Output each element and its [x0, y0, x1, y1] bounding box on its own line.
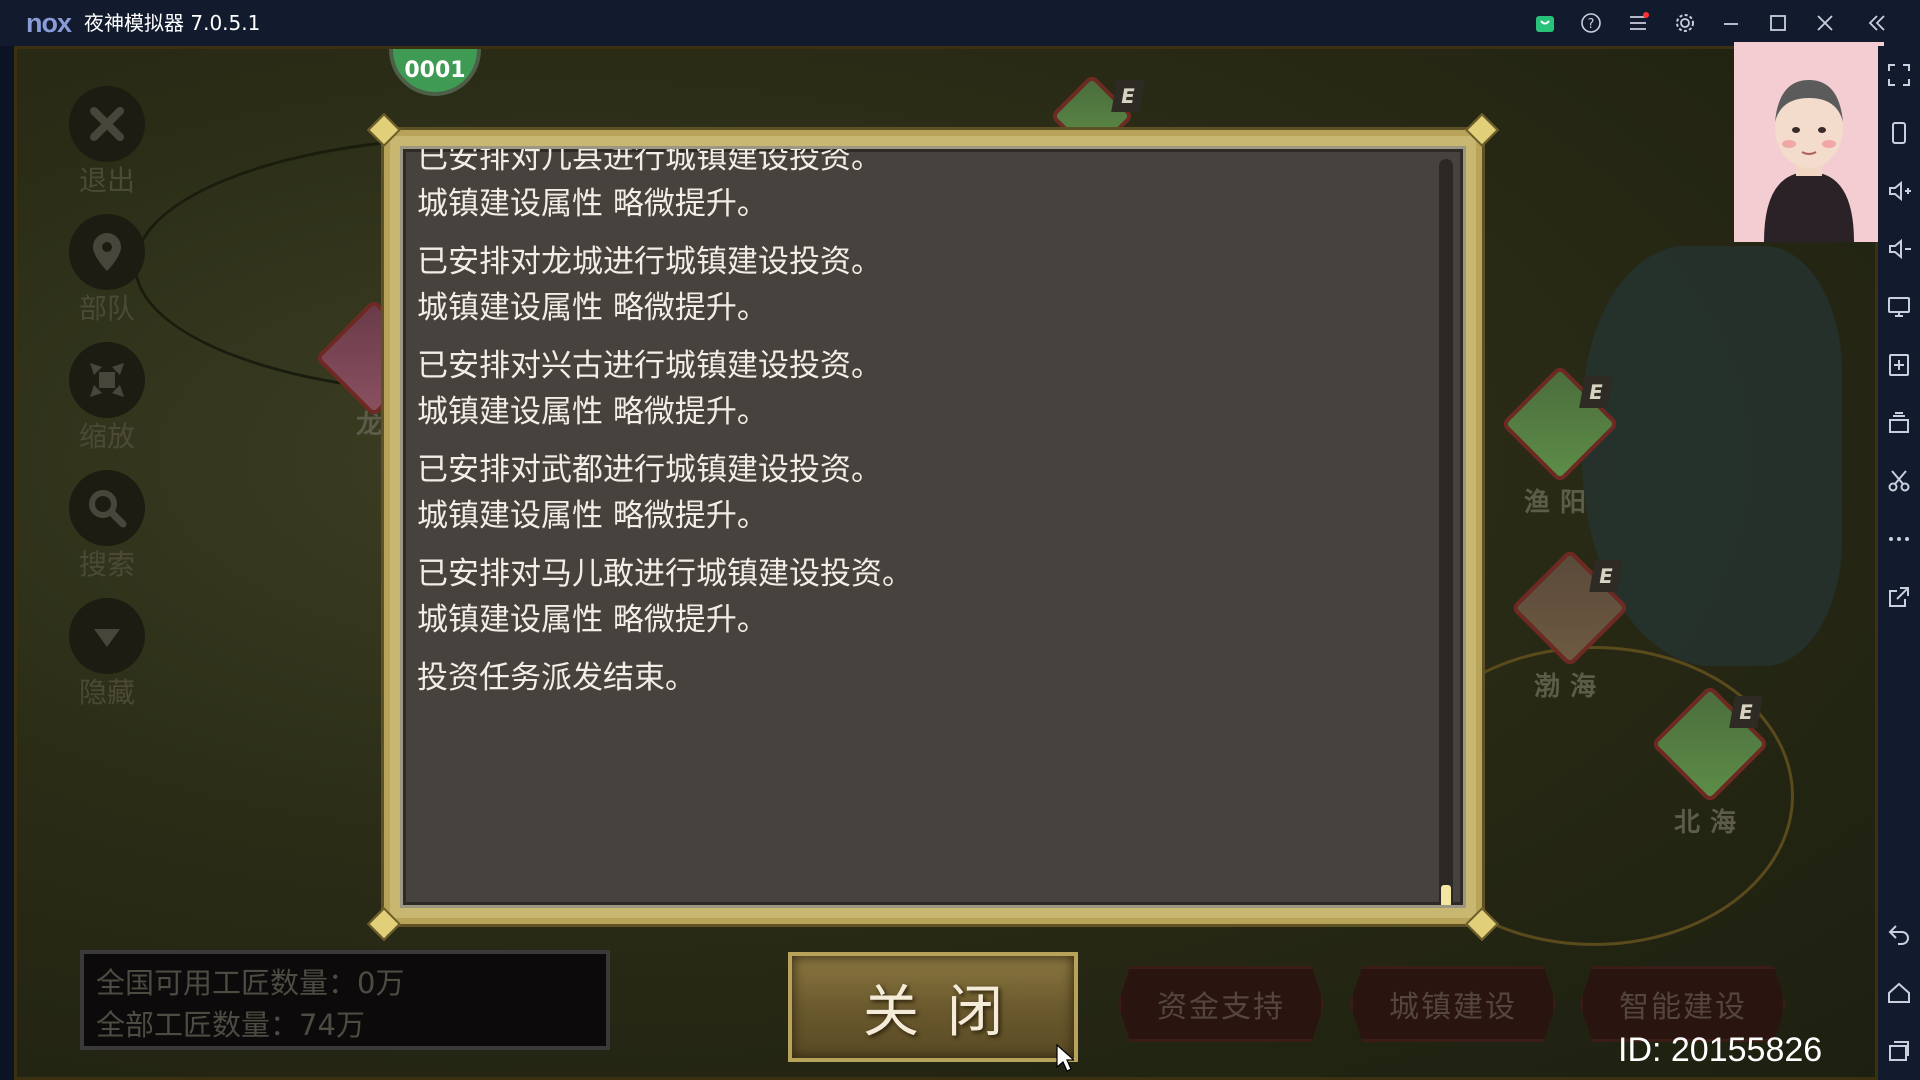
fund-support-button[interactable]: 资金支持 — [1118, 966, 1324, 1042]
exit-label: 退出 — [78, 164, 135, 197]
settings-gear-icon[interactable] — [1670, 8, 1700, 38]
log-line: 已安排对几县进行城镇建设投资。 — [417, 146, 882, 176]
log-final-line: 投资任务派发结束。 — [417, 660, 696, 696]
log-list: 已安排对几县进行城镇建设投资。 城镇建设属性 略微提升。 已安排对龙城进行城镇建… — [417, 146, 1417, 713]
log-entry-final: 投资任务派发结束。 — [417, 655, 1417, 701]
rotate-icon[interactable] — [1884, 118, 1914, 148]
collapse-sidebar-icon[interactable] — [1862, 8, 1892, 38]
close-x-icon — [90, 107, 124, 141]
mouse-cursor-icon — [1056, 1044, 1074, 1072]
dialog-scrollbar[interactable] — [1439, 159, 1453, 905]
log-line: 已安排对武都进行城镇建设投资。 — [417, 452, 882, 488]
log-entry: 已安排对武都进行城镇建设投资。 城镇建设属性 略微提升。 — [417, 447, 1417, 539]
install-apk-icon[interactable] — [1884, 350, 1914, 380]
zoom-tool[interactable]: 缩放 — [52, 342, 162, 454]
cartoon-avatar-icon — [1734, 42, 1884, 242]
expand-arrows-icon — [90, 363, 124, 397]
log-entry: 已安排对马儿敢进行城镇建设投资。 城镇建设属性 略微提升。 — [417, 551, 1417, 643]
menu-icon[interactable] — [1623, 8, 1653, 38]
scrollbar-thumb[interactable] — [1441, 885, 1451, 905]
city-name: 渤海 — [1533, 672, 1606, 702]
city-name: 渔阳 — [1523, 488, 1596, 518]
log-line: 城镇建设属性 略微提升。 — [417, 602, 768, 638]
available-artisans-text: 全国可用工匠数量：0万 — [96, 966, 405, 1000]
volume-up-icon[interactable] — [1884, 176, 1914, 206]
close-button-label: 关闭 — [863, 979, 1031, 1045]
maximize-icon[interactable] — [1763, 8, 1793, 38]
zoom-label: 缩放 — [78, 420, 135, 453]
share-external-icon[interactable] — [1884, 582, 1914, 612]
log-line: 已安排对龙城进行城镇建设投资。 — [417, 244, 882, 280]
town-build-label: 城镇建设 — [1389, 990, 1517, 1025]
search-icon — [89, 490, 127, 528]
nox-logo: nox — [26, 8, 72, 38]
minimize-icon[interactable] — [1716, 8, 1746, 38]
log-line: 城镇建设属性 略微提升。 — [417, 498, 768, 534]
log-line: 城镇建设属性 略微提升。 — [417, 186, 768, 222]
total-artisans-text: 全部工匠数量：74万 — [96, 1008, 365, 1042]
location-pin-icon — [93, 233, 121, 271]
screen-icon[interactable] — [1884, 292, 1914, 322]
emulator-sidebar — [1878, 46, 1920, 1080]
more-options-icon[interactable] — [1884, 524, 1914, 554]
log-line: 已安排对马儿敢进行城镇建设投资。 — [417, 556, 913, 592]
chevron-down-icon — [94, 629, 120, 647]
log-line: 城镇建设属性 略微提升。 — [417, 394, 768, 430]
app-title: 夜神模拟器 7.0.5.1 — [84, 11, 261, 35]
log-entry: 已安排对几县进行城镇建设投资。 城镇建设属性 略微提升。 — [417, 146, 1417, 227]
log-line: 城镇建设属性 略微提升。 — [417, 290, 768, 326]
top-green-badge[interactable]: 0001 — [389, 46, 481, 96]
fund-support-label: 资金支持 — [1157, 990, 1285, 1025]
artisan-stats-panel: 全国可用工匠数量：0万 全部工匠数量：74万 — [80, 950, 610, 1050]
multi-instance-icon[interactable] — [1884, 408, 1914, 438]
city-badge: E — [1579, 376, 1613, 408]
city-name: 北海 — [1673, 808, 1746, 838]
close-button[interactable]: 关闭 — [788, 952, 1078, 1062]
city-marker-bohai[interactable]: E 渤海 — [1510, 548, 1630, 703]
screenshot-scissors-icon[interactable] — [1884, 466, 1914, 496]
help-icon[interactable]: ? — [1576, 8, 1606, 38]
home-icon[interactable] — [1884, 978, 1914, 1008]
city-badge: E — [1589, 560, 1623, 592]
search-tool[interactable]: 搜索 — [52, 470, 162, 582]
close-window-icon[interactable] — [1810, 8, 1840, 38]
exit-tool[interactable]: 退出 — [52, 86, 162, 198]
webcam-overlay — [1734, 42, 1884, 242]
hide-tool[interactable]: 隐藏 — [52, 598, 162, 710]
player-id-text: ID: 20155826 — [1618, 1031, 1823, 1069]
volume-down-icon[interactable] — [1884, 234, 1914, 264]
fullscreen-icon[interactable] — [1884, 60, 1914, 90]
store-bag-icon[interactable] — [1530, 8, 1560, 38]
hide-label: 隐藏 — [78, 676, 135, 709]
city-badge: E — [1729, 696, 1763, 728]
smart-build-label: 智能建设 — [1619, 990, 1747, 1025]
recent-apps-icon[interactable] — [1884, 1036, 1914, 1066]
search-label: 搜索 — [78, 548, 135, 581]
army-label: 部队 — [78, 292, 135, 325]
city-marker-yuyang[interactable]: E 渔阳 — [1500, 364, 1620, 519]
city-marker-beihai[interactable]: E 北海 — [1650, 684, 1770, 839]
log-entry: 已安排对龙城进行城镇建设投资。 城镇建设属性 略微提升。 — [417, 239, 1417, 331]
investment-log-dialog: 已安排对几县进行城镇建设投资。 城镇建设属性 略微提升。 已安排对龙城进行城镇建… — [367, 113, 1499, 941]
army-tool[interactable]: 部队 — [52, 214, 162, 326]
log-entry: 已安排对兴古进行城镇建设投资。 城镇建设属性 略微提升。 — [417, 343, 1417, 435]
dialog-content-area[interactable]: 已安排对几县进行城镇建设投资。 城镇建设属性 略微提升。 已安排对龙城进行城镇建… — [400, 146, 1466, 908]
log-line: 已安排对兴古进行城镇建设投资。 — [417, 348, 882, 384]
city-badge: E — [1111, 80, 1145, 112]
svg-text:?: ? — [1588, 17, 1595, 32]
emulator-titlebar: nox 夜神模拟器 7.0.5.1 ? — [0, 0, 1920, 46]
town-build-button[interactable]: 城镇建设 — [1350, 966, 1556, 1042]
back-icon[interactable] — [1884, 918, 1914, 948]
